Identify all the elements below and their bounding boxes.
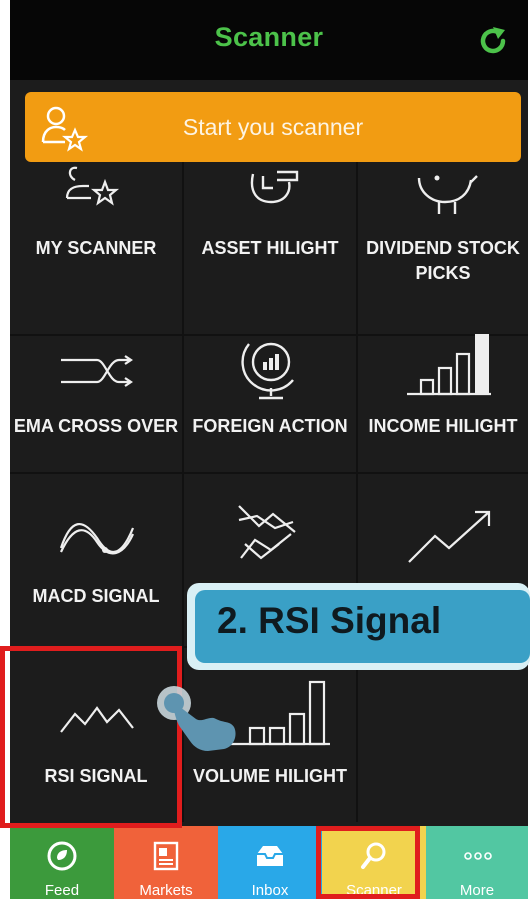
- tab-feed[interactable]: Feed: [10, 826, 114, 899]
- tap-hand-icon: [157, 686, 236, 751]
- app-header: Scanner: [10, 0, 528, 80]
- asset-icon: [250, 170, 299, 204]
- scanner-star-icon: [65, 166, 120, 206]
- grid-item-empty: [358, 648, 528, 822]
- grid-item-income-hilight[interactable]: INCOME HILIGHT: [358, 300, 528, 474]
- grid-item-label: ASSET HILIGHT: [201, 238, 339, 258]
- bottom-tab-bar: Feed Markets Inbox Scanner More: [10, 826, 528, 899]
- tab-more[interactable]: More: [426, 826, 528, 899]
- more-dots-icon: [464, 852, 492, 860]
- tab-label: Inbox: [251, 882, 289, 899]
- grid-item-label: EMA CROSS OVER: [13, 416, 179, 436]
- inbox-icon: [257, 846, 283, 866]
- newspaper-icon: [153, 841, 179, 871]
- grid-item-foreign-action[interactable]: FOREIGN ACTION: [184, 300, 358, 474]
- tab-label: Markets: [139, 882, 193, 899]
- tab-inbox[interactable]: Inbox: [218, 826, 322, 899]
- piggy-bank-icon: [417, 175, 478, 214]
- grid-item-ema-cross-over[interactable]: EMA CROSS OVER: [10, 300, 184, 474]
- tab-label: More: [459, 882, 495, 899]
- scanner-tab-highlight-box: [316, 826, 420, 899]
- cross-lines-icon: [61, 355, 133, 387]
- page-title: Scanner: [214, 22, 324, 52]
- start-scanner-label: Start you scanner: [182, 114, 364, 140]
- grid-item-label: MY SCANNER: [35, 238, 157, 258]
- grid-item-label: DIVIDEND STOCK PICKS: [366, 238, 520, 283]
- grid-item-label: INCOME HILIGHT: [368, 416, 518, 436]
- grid-item-label: VOLUME HILIGHT: [193, 766, 347, 786]
- tab-markets[interactable]: Markets: [114, 826, 218, 899]
- grid-item-label: MACD SIGNAL: [32, 586, 160, 606]
- callout-text: 2. RSI Signal: [217, 600, 442, 641]
- start-scanner-button[interactable]: Start you scanner: [25, 92, 521, 162]
- callout-panel: 2. RSI Signal: [195, 590, 530, 663]
- grid-item-label: FOREIGN ACTION: [192, 416, 348, 436]
- trend-up-icon: [408, 510, 491, 563]
- rsi-callout: 2. RSI Signal: [187, 583, 530, 670]
- wave-icon: [59, 522, 135, 555]
- globe-chart-icon: [241, 342, 294, 400]
- leaf-icon: [47, 841, 77, 871]
- crossing-trend-icon: [238, 505, 296, 560]
- grid-item-macd-signal[interactable]: MACD SIGNAL: [10, 474, 184, 648]
- tab-label: Feed: [44, 882, 80, 899]
- bar-chart-icon: [407, 334, 491, 396]
- refresh-icon[interactable]: [476, 24, 510, 58]
